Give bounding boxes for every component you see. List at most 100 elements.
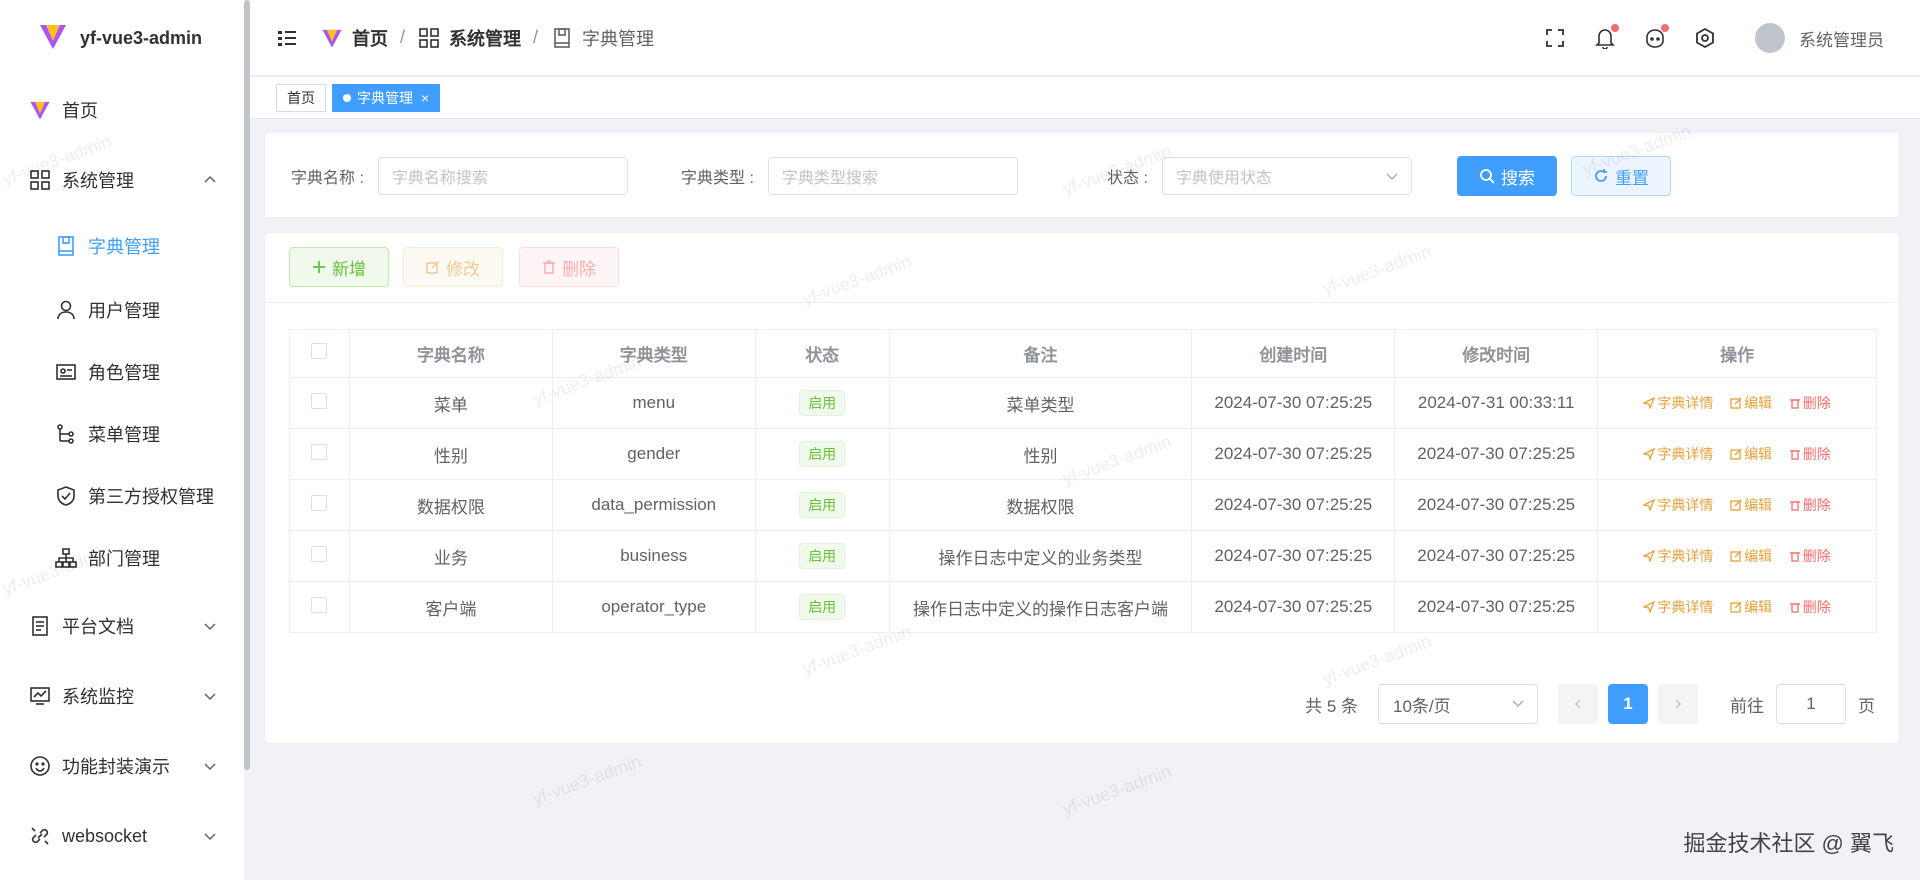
status-badge: 启用 <box>799 594 846 620</box>
link-icon <box>28 824 52 848</box>
row-checkbox[interactable] <box>311 545 328 562</box>
next-page-button[interactable] <box>1658 684 1698 724</box>
dict-name-input[interactable]: 字典名称搜索 <box>377 157 628 195</box>
community-watermark: 掘金技术社区 @ 翼飞 <box>1683 831 1894 856</box>
cell-status: 启用 <box>754 377 890 429</box>
sidebar-item-home[interactable]: 首页 <box>0 82 244 138</box>
detail-link[interactable]: 字典详情 <box>1643 546 1713 566</box>
sidebar-item-demo[interactable]: 功能封装演示 <box>0 738 244 794</box>
status-select[interactable]: 字典使用状态 <box>1161 157 1412 195</box>
sidebar-item-menu[interactable]: 菜单管理 <box>0 406 244 462</box>
row-checkbox[interactable] <box>311 596 328 613</box>
detail-link[interactable]: 字典详情 <box>1643 495 1713 515</box>
select-all-checkbox[interactable] <box>311 343 328 359</box>
tab-dict[interactable]: 字典管理 × <box>332 83 441 112</box>
table-row: 客户端 operator_type 启用 操作日志中定义的操作日志客户端 202… <box>289 581 1877 633</box>
breadcrumb-item-home[interactable]: 首页 <box>320 25 388 51</box>
table-row: 业务 business 启用 操作日志中定义的业务类型 2024-07-30 0… <box>289 530 1877 582</box>
table-row: 菜单 menu 启用 菜单类型 2024-07-30 07:25:25 2024… <box>289 377 1877 429</box>
page-size-select[interactable]: 10条/页 <box>1378 684 1538 724</box>
select-all-cell <box>289 329 350 378</box>
op-label: 删除 <box>1802 598 1831 615</box>
form-item-status: 状态 : 字典使用状态 <box>1107 157 1412 195</box>
row-checkbox[interactable] <box>311 443 328 460</box>
status-badge: 启用 <box>799 543 846 569</box>
row-checkbox[interactable] <box>311 494 328 511</box>
vite-logo-icon <box>28 98 52 122</box>
table-row: 性别 gender 启用 性别 2024-07-30 07:25:25 2024… <box>289 428 1877 480</box>
delete-link[interactable]: 删除 <box>1789 597 1831 617</box>
menu-fold-icon[interactable] <box>276 27 298 49</box>
breadcrumb-item-system[interactable]: 系统管理 <box>417 25 521 51</box>
chat-bot-icon[interactable] <box>1641 24 1669 52</box>
op-label: 字典详情 <box>1657 394 1714 411</box>
search-button[interactable]: 搜索 <box>1457 156 1557 196</box>
vite-logo-icon <box>38 21 68 56</box>
sidebar-item-system[interactable]: 系统管理 <box>0 152 244 208</box>
trash-icon <box>543 260 555 274</box>
input-placeholder: 字典类型搜索 <box>781 170 878 187</box>
edit-link[interactable]: 编辑 <box>1730 597 1772 617</box>
close-icon[interactable]: × <box>421 90 429 106</box>
edit-button[interactable]: 修改 <box>403 247 503 287</box>
sidebar-item-user[interactable]: 用户管理 <box>0 282 244 338</box>
sidebar-logo[interactable]: yf-vue3-admin <box>0 0 244 76</box>
detail-link[interactable]: 字典详情 <box>1643 393 1713 413</box>
edit-link[interactable]: 编辑 <box>1730 546 1772 566</box>
prev-page-button[interactable] <box>1558 684 1598 724</box>
delete-link[interactable]: 删除 <box>1789 546 1831 566</box>
sidebar-item-docs[interactable]: 平台文档 <box>0 598 244 654</box>
sidebar-item-dict[interactable]: 字典管理 <box>0 218 244 274</box>
delete-link[interactable]: 删除 <box>1789 444 1831 464</box>
column-header: 操作 <box>1597 329 1877 378</box>
tree-icon <box>54 422 78 446</box>
cell-remark: 数据权限 <box>888 479 1193 531</box>
cell-created: 2024-07-30 07:25:25 <box>1191 530 1396 582</box>
detail-link[interactable]: 字典详情 <box>1643 597 1713 617</box>
chevron-down-icon <box>1512 700 1524 708</box>
sidebar-item-role[interactable]: 角色管理 <box>0 344 244 400</box>
sidebar-item-monitor[interactable]: 系统监控 <box>0 668 244 724</box>
edit-icon <box>1730 448 1742 460</box>
reset-button[interactable]: 重置 <box>1571 156 1671 196</box>
edit-link[interactable]: 编辑 <box>1730 495 1772 515</box>
edit-icon <box>1730 397 1742 409</box>
sidebar-item-dept[interactable]: 部门管理 <box>0 530 244 586</box>
id-card-icon <box>54 360 78 384</box>
table-row: 数据权限 data_permission 启用 数据权限 2024-07-30 … <box>289 479 1877 531</box>
sidebar-item-oauth[interactable]: 第三方授权管理 <box>0 468 244 524</box>
detail-link[interactable]: 字典详情 <box>1643 444 1713 464</box>
username[interactable]: 系统管理员 <box>1799 26 1884 51</box>
settings-icon[interactable] <box>1691 24 1719 52</box>
delete-button[interactable]: 删除 <box>519 247 619 287</box>
add-button[interactable]: 新增 <box>289 247 389 287</box>
cell-name: 性别 <box>348 428 553 480</box>
notification-dot <box>1661 24 1669 32</box>
row-checkbox[interactable] <box>311 392 328 409</box>
sidebar-item-label: 功能封装演示 <box>62 757 170 777</box>
dict-type-input[interactable]: 字典类型搜索 <box>767 157 1018 195</box>
bell-icon[interactable] <box>1591 24 1619 52</box>
delete-link[interactable]: 删除 <box>1789 495 1831 515</box>
goto-label: 前往 <box>1730 696 1764 716</box>
fullscreen-icon[interactable] <box>1541 24 1569 52</box>
tab-home[interactable]: 首页 <box>276 83 326 112</box>
delete-link[interactable]: 删除 <box>1789 393 1831 413</box>
table-toolbar: 新增 修改 删除 <box>265 233 1899 303</box>
avatar[interactable] <box>1755 23 1785 53</box>
goto-page-input[interactable]: 1 <box>1776 684 1846 724</box>
op-label: 删除 <box>1802 445 1831 462</box>
sidebar-item-label: websocket <box>62 825 148 846</box>
page-number-current[interactable]: 1 <box>1608 684 1648 724</box>
cell-remark: 操作日志中定义的操作日志客户端 <box>888 581 1193 633</box>
cell-ops: 字典详情 编辑 删除 <box>1597 377 1877 429</box>
edit-link[interactable]: 编辑 <box>1730 393 1772 413</box>
watermark-text: yf-vue3-admin <box>529 751 644 809</box>
sidebar-item-label: 第三方授权管理 <box>88 487 214 507</box>
trash-icon <box>1789 551 1800 562</box>
cell-type: operator_type <box>551 581 756 633</box>
button-label: 修改 <box>446 259 480 279</box>
sidebar-item-websocket[interactable]: websocket <box>0 808 244 864</box>
edit-link[interactable]: 编辑 <box>1730 444 1772 464</box>
chevron-down-icon <box>204 763 216 771</box>
